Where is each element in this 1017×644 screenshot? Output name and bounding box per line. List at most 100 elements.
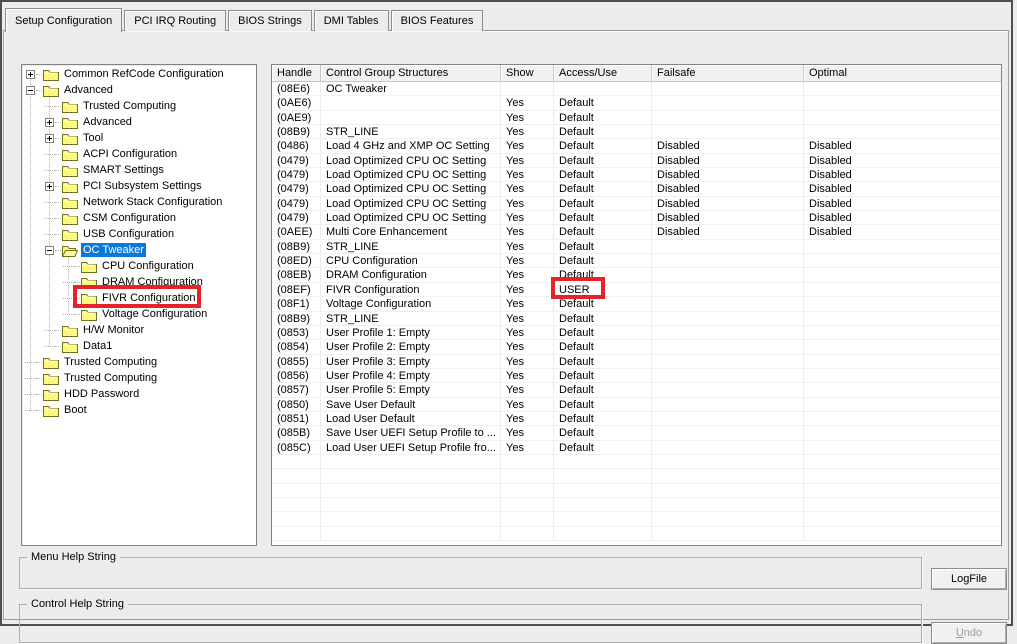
cell-access-use: Default (554, 254, 652, 268)
empty-cell (554, 469, 652, 483)
tree-item-label: Advanced (83, 116, 132, 128)
column-header-access-use[interactable]: Access/Use (554, 65, 652, 82)
tree-item-common-refcode-configuration[interactable]: Common RefCode Configuration (22, 66, 256, 82)
table-row-085c[interactable]: (085C) Load User UEFI Setup Profile fro..… (272, 440, 1001, 455)
table-row-0479[interactable]: (0479) Load Optimized CPU OC Setting Yes De… (272, 196, 1001, 212)
tree-item-trusted-computing[interactable]: Trusted Computing (22, 370, 256, 386)
table-row-0486[interactable]: (0486) Load 4 GHz and XMP OC Setting Yes De… (272, 139, 1001, 154)
tree-connector (74, 297, 80, 299)
table-row-0ae6[interactable]: (0AE6) Yes Default (272, 96, 1001, 111)
table-row-08e6[interactable]: (08E6) OC Tweaker (272, 82, 1001, 97)
expand-plus-icon[interactable] (26, 69, 35, 79)
cell-handle: (0851) (272, 411, 321, 426)
logfile-button[interactable]: LogFile (931, 568, 1007, 590)
tree-item-oc-tweaker[interactable]: OC Tweaker (22, 242, 256, 258)
table-row-08f1[interactable]: (08F1) Voltage Configuration Yes Default (272, 297, 1001, 312)
table-row-0ae9[interactable]: (0AE9) Yes Default (272, 110, 1001, 126)
tree-item-csm-configuration[interactable]: CSM Configuration (22, 210, 256, 226)
table-row-0851[interactable]: (0851) Load User Default Yes Default (272, 411, 1001, 427)
cell-control-group: User Profile 1: Empty (321, 325, 501, 340)
table-row-0857[interactable]: (0857) User Profile 5: Empty Yes Default (272, 383, 1001, 398)
tree-item-tool[interactable]: Tool (22, 130, 256, 146)
tree-item-h-w-monitor[interactable]: H/W Monitor (22, 322, 256, 338)
folder-closed-icon (62, 213, 78, 225)
column-header-optimal[interactable]: Optimal (804, 65, 1001, 82)
folder-closed-icon (43, 373, 59, 385)
cell-access-use: Default (554, 440, 652, 454)
cell-optimal (804, 254, 1001, 267)
column-header-show[interactable]: Show (501, 65, 554, 82)
cell-control-group: STR_LINE (321, 239, 501, 254)
menu-help-string-label: Menu Help String (27, 551, 120, 563)
table-row-0854[interactable]: (0854) User Profile 2: Empty Yes Default (272, 340, 1001, 355)
tree-item-trusted-computing[interactable]: Trusted Computing (22, 98, 256, 114)
expand-plus-icon[interactable] (45, 133, 54, 143)
tree-item-dram-configuration[interactable]: DRAM Configuration (22, 274, 256, 290)
cell-access-use: Default (554, 397, 652, 411)
table-row-0aee[interactable]: (0AEE) Multi Core Enhancement Yes Default Di… (272, 225, 1001, 240)
tab-setup-configuration[interactable]: Setup Configuration (5, 8, 123, 32)
tab-dmi-tables[interactable]: DMI Tables (313, 10, 389, 31)
cell-optimal (804, 355, 1001, 368)
undo-button[interactable]: Undo (931, 622, 1007, 644)
tab-pci-irq-routing[interactable]: PCI IRQ Routing (124, 10, 227, 31)
folder-closed-icon (62, 117, 78, 129)
table-row-0856[interactable]: (0856) User Profile 4: Empty Yes Default (272, 368, 1001, 384)
collapse-minus-icon[interactable] (45, 245, 54, 255)
cell-handle: (0479) (272, 196, 321, 211)
cell-handle: (0479) (272, 168, 321, 182)
cell-optimal: Disabled (809, 197, 852, 210)
tree-item-fivr-configuration[interactable]: FIVR Configuration (22, 290, 256, 306)
tree-item-smart-settings[interactable]: SMART Settings (22, 162, 256, 178)
tree-item-pci-subsystem-settings[interactable]: PCI Subsystem Settings (22, 178, 256, 194)
tab-bios-features[interactable]: BIOS Features (390, 10, 484, 31)
tree-item-data1[interactable]: Data1 (22, 338, 256, 354)
cell-optimal: Disabled (809, 169, 852, 182)
column-header-handle[interactable]: Handle (272, 65, 321, 82)
tab-bios-strings[interactable]: BIOS Strings (228, 10, 312, 31)
tree-item-advanced[interactable]: Advanced (22, 82, 256, 98)
tree-item-cpu-configuration[interactable]: CPU Configuration (22, 258, 256, 274)
tree-item-label: DRAM Configuration (102, 276, 203, 288)
cell-optimal: Disabled (809, 212, 852, 225)
cell-handle: (085C) (272, 440, 321, 454)
tree-item-label: Network Stack Configuration (83, 196, 223, 208)
table-row-085b[interactable]: (085B) Save User UEFI Setup Profile to ..… (272, 426, 1001, 441)
table-row-08b9[interactable]: (08B9) STR_LINE Yes Default (272, 125, 1001, 140)
column-header-control-group-structures[interactable]: Control Group Structures (321, 65, 501, 82)
table-row-08ef[interactable]: (08EF) FIVR Configuration Yes USER (272, 282, 1001, 298)
cell-handle: (0853) (272, 325, 321, 340)
cell-optimal (804, 383, 1001, 396)
tree-item-advanced[interactable]: Advanced (22, 114, 256, 130)
tree-item-boot[interactable]: Boot (22, 402, 256, 418)
table-row-0479[interactable]: (0479) Load Optimized CPU OC Setting Yes De… (272, 168, 1001, 183)
table-row-0479[interactable]: (0479) Load Optimized CPU OC Setting Yes De… (272, 153, 1001, 169)
table-row-0479[interactable]: (0479) Load Optimized CPU OC Setting Yes De… (272, 182, 1001, 197)
collapse-minus-icon[interactable] (26, 85, 35, 95)
table-row-0855[interactable]: (0855) User Profile 3: Empty Yes Default (272, 354, 1001, 369)
cell-show: Yes (501, 268, 554, 282)
cell-failsafe (652, 397, 804, 411)
table-row-08b9[interactable]: (08B9) STR_LINE Yes Default (272, 311, 1001, 326)
table-row-0850[interactable]: (0850) Save User Default Yes Default (272, 397, 1001, 412)
tree-item-voltage-configuration[interactable]: Voltage Configuration (22, 306, 256, 322)
expand-plus-icon[interactable] (45, 117, 54, 127)
table-row-08eb[interactable]: (08EB) DRAM Configuration Yes Default (272, 268, 1001, 283)
table-row-08b9[interactable]: (08B9) STR_LINE Yes Default (272, 239, 1001, 255)
table-row-0853[interactable]: (0853) User Profile 1: Empty Yes Default (272, 325, 1001, 341)
tree-item-usb-configuration[interactable]: USB Configuration (22, 226, 256, 242)
tree-item-acpi-configuration[interactable]: ACPI Configuration (22, 146, 256, 162)
expand-plus-icon[interactable] (45, 181, 54, 191)
column-header-failsafe[interactable]: Failsafe (652, 65, 804, 82)
cell-failsafe (652, 368, 804, 383)
tree-item-hdd-password[interactable]: HDD Password (22, 386, 256, 402)
cell-access-use: Default (554, 268, 652, 282)
tree-item-network-stack-configuration[interactable]: Network Stack Configuration (22, 194, 256, 210)
cell-show: Yes (501, 168, 554, 182)
cell-show (501, 82, 554, 96)
cell-failsafe (652, 282, 804, 297)
empty-cell (652, 526, 804, 540)
tree-item-trusted-computing[interactable]: Trusted Computing (22, 354, 256, 370)
table-row-08ed[interactable]: (08ED) CPU Configuration Yes Default (272, 254, 1001, 269)
table-row-0479[interactable]: (0479) Load Optimized CPU OC Setting Yes De… (272, 211, 1001, 226)
